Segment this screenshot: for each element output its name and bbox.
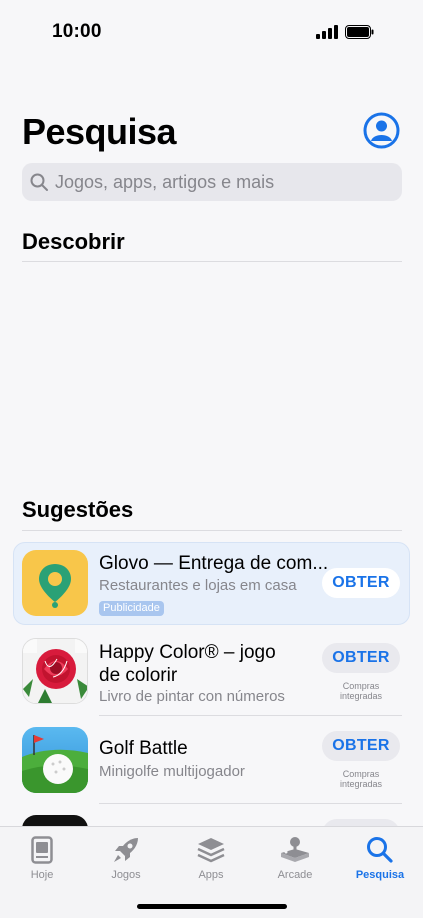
pin-icon — [39, 564, 71, 608]
section-title-discover: Descobrir — [22, 229, 125, 254]
app-subtitle: Minigolfe multijogador — [99, 763, 245, 780]
tab-arcade[interactable]: Arcade — [260, 835, 330, 881]
tab-label: Hoje — [30, 869, 54, 881]
app-subtitle: Livro de pintar con números — [99, 688, 285, 705]
status-bar: 10:00 — [0, 0, 423, 60]
layers-icon — [197, 838, 225, 863]
happy-color-app-icon[interactable] — [22, 638, 88, 704]
tab-label: Apps — [198, 869, 224, 881]
joystick-icon — [281, 837, 309, 862]
iap-label-line1: Compras — [342, 681, 380, 691]
search-input[interactable]: Jogos, apps, artigos e mais — [22, 163, 402, 201]
tab-label: Jogos — [111, 869, 141, 881]
tab-today[interactable]: Hoje — [7, 835, 77, 881]
section-title-suggestions: Sugestões — [22, 497, 134, 522]
app-name-line2[interactable]: de colorir — [99, 664, 177, 688]
app-name[interactable]: Glovo — Entrega de com... — [99, 552, 328, 576]
row-divider — [99, 803, 402, 804]
page-title: Pesquisa — [22, 111, 177, 152]
today-icon — [31, 836, 53, 864]
app-name[interactable]: Golf Battle — [99, 737, 188, 761]
get-button[interactable]: OBTER — [322, 568, 400, 598]
search-placeholder: Jogos, apps, artigos e mais — [55, 172, 275, 192]
app-name-line1[interactable]: Happy Color® – jogo — [99, 641, 276, 665]
glovo-app-icon[interactable] — [22, 550, 88, 616]
get-button[interactable]: OBTER — [322, 643, 400, 673]
tab-label: Arcade — [277, 869, 313, 881]
app-subtitle: Restaurantes e lojas em casa — [99, 577, 297, 594]
divider — [22, 530, 402, 531]
tab-games[interactable]: Jogos — [91, 835, 161, 881]
signal-icon — [316, 25, 338, 39]
tab-search[interactable]: Pesquisa — [345, 835, 415, 881]
status-time: 10:00 — [52, 21, 102, 42]
tab-label: Pesquisa — [355, 869, 405, 881]
divider — [22, 261, 402, 262]
golf-ball-icon — [22, 727, 88, 793]
battery-icon — [345, 25, 374, 39]
ad-badge: Publicidade — [99, 601, 164, 616]
get-button[interactable]: OBTER — [322, 731, 400, 761]
golf-battle-app-icon[interactable] — [22, 727, 88, 793]
iap-label-line1: Compras — [342, 769, 380, 779]
rose-icon — [23, 639, 87, 703]
tab-apps[interactable]: Apps — [176, 835, 246, 881]
magnifier-icon — [30, 173, 48, 191]
account-icon[interactable] — [363, 112, 400, 149]
search-icon — [367, 837, 393, 863]
home-indicator[interactable] — [137, 904, 287, 909]
row-divider — [99, 715, 402, 716]
iap-label-line2: integradas — [339, 779, 383, 789]
iap-label-line2: integradas — [339, 691, 383, 701]
rocket-icon — [114, 838, 138, 862]
